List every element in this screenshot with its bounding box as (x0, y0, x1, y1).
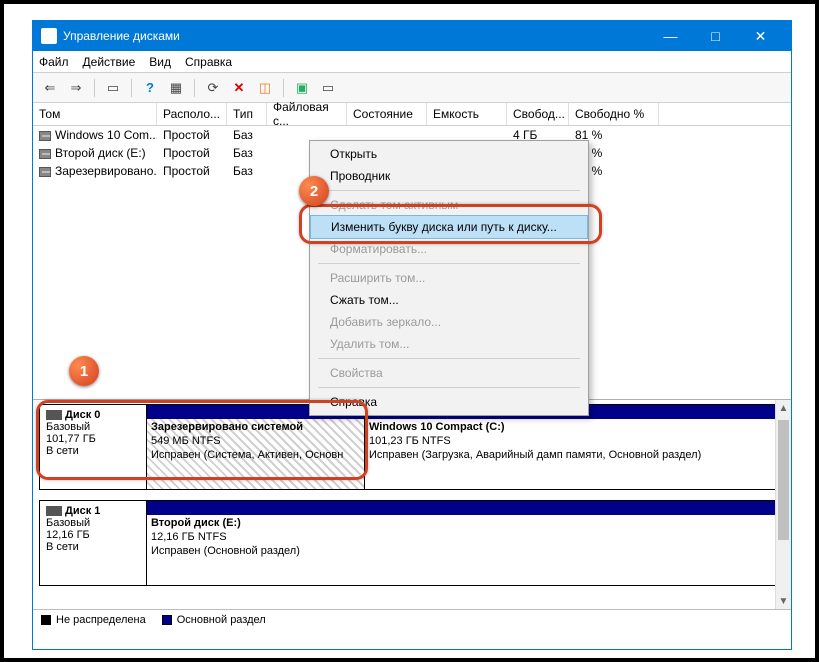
scroll-up-icon[interactable]: ▲ (776, 400, 791, 416)
partition[interactable]: Зарезервировано системой 549 МБ NTFS Исп… (147, 405, 365, 489)
scroll-down-icon[interactable]: ▼ (776, 593, 791, 609)
volume-type: Баз (227, 146, 267, 160)
disk-status: В сети (46, 541, 140, 553)
disk-status: В сети (46, 445, 140, 457)
disk-header[interactable]: Диск 0 Базовый 101,77 ГБ В сети (39, 404, 147, 490)
disk-type: Базовый (46, 421, 140, 433)
annotation-badge-2: 2 (299, 176, 329, 206)
volume-layout: Простой (157, 146, 227, 160)
col-status[interactable]: Состояние (347, 103, 427, 125)
refresh-button[interactable]: ⟳ (202, 77, 224, 99)
disk-layout-pane: Диск 0 Базовый 101,77 ГБ В сети Зарезерв… (33, 399, 791, 629)
app-icon (41, 28, 57, 44)
col-free[interactable]: Свобод... (507, 103, 569, 125)
ctx-extend: Расширить том... (310, 267, 588, 289)
partition-stripe (147, 501, 784, 515)
ctx-delete: Удалить том... (310, 333, 588, 355)
vertical-scrollbar[interactable]: ▲ ▼ (775, 400, 791, 609)
partition-title: Второй диск (E:) (151, 517, 780, 531)
ctx-help[interactable]: Справка (310, 391, 588, 413)
partition-state: Исправен (Загрузка, Аварийный дамп памят… (369, 449, 780, 463)
window-title: Управление дисками (63, 29, 648, 43)
ctx-open[interactable]: Открыть (310, 143, 588, 165)
disk-partitions: Второй диск (E:) 12,16 ГБ NTFS Исправен … (147, 500, 785, 586)
col-capacity[interactable]: Емкость (427, 103, 507, 125)
menu-action[interactable]: Действие (83, 55, 136, 69)
ctx-shrink[interactable]: Сжать том... (310, 289, 588, 311)
maximize-button[interactable]: □ (693, 21, 738, 51)
ctx-add-mirror: Добавить зеркало... (310, 311, 588, 333)
disk-size: 101,77 ГБ (46, 433, 140, 445)
col-freepct[interactable]: Свободно % (569, 103, 659, 125)
volume-layout: Простой (157, 128, 227, 142)
partition[interactable]: Windows 10 Compact (C:) 101,23 ГБ NTFS И… (365, 405, 784, 489)
disk-size: 12,16 ГБ (46, 529, 140, 541)
volume-name: Второй диск (E:) (55, 146, 146, 160)
show-hide-tree-button[interactable]: ▭ (102, 77, 124, 99)
view-button[interactable]: ▦ (165, 77, 187, 99)
volume-icon (39, 167, 51, 177)
volume-type: Баз (227, 164, 267, 178)
partition-sub: 101,23 ГБ NTFS (369, 435, 780, 449)
legend-primary: Основной раздел (177, 614, 266, 626)
ctx-mark-active: Сделать том активным (310, 194, 588, 216)
grid-header: Том Располо... Тип Файловая с... Состоян… (33, 103, 791, 126)
disk-name: Диск 0 (65, 409, 100, 421)
toolbar: ⇐ ⇒ ▭ ? ▦ ⟳ ✕ ◫ ▣ ▭ (33, 73, 791, 103)
partition-state: Исправен (Система, Активен, Основн (151, 449, 360, 463)
context-menu: Открыть Проводник Сделать том активным И… (309, 140, 589, 416)
volume-name: Зарезервировано... (55, 164, 157, 178)
disk-partitions: Зарезервировано системой 549 МБ NTFS Исп… (147, 404, 785, 490)
disk-icon (46, 410, 62, 420)
legend-swatch-unallocated (41, 615, 51, 625)
disk-icon (46, 506, 62, 516)
legend-unallocated: Не распределена (56, 614, 146, 626)
ctx-change-letter[interactable]: Изменить букву диска или путь к диску... (310, 215, 588, 239)
menu-help[interactable]: Справка (185, 55, 232, 69)
volume-type: Баз (227, 128, 267, 142)
disk-row: Диск 0 Базовый 101,77 ГБ В сети Зарезерв… (39, 404, 785, 490)
action-button[interactable]: ▣ (291, 77, 313, 99)
titlebar[interactable]: Управление дисками — □ ✕ (33, 21, 791, 51)
col-layout[interactable]: Располо... (157, 103, 227, 125)
forward-button[interactable]: ⇒ (65, 77, 87, 99)
menu-view[interactable]: Вид (149, 55, 171, 69)
annotation-badge-1: 1 (69, 356, 99, 386)
disk-row: Диск 1 Базовый 12,16 ГБ В сети Второй ди… (39, 500, 785, 586)
minimize-button[interactable]: — (648, 21, 693, 51)
col-filesystem[interactable]: Файловая с... (267, 103, 347, 125)
disk-name: Диск 1 (65, 505, 100, 517)
menubar: Файл Действие Вид Справка (33, 51, 791, 73)
volume-layout: Простой (157, 164, 227, 178)
disk-header[interactable]: Диск 1 Базовый 12,16 ГБ В сети (39, 500, 147, 586)
partition-title: Windows 10 Compact (C:) (369, 421, 780, 435)
back-button[interactable]: ⇐ (39, 77, 61, 99)
help-button[interactable]: ? (139, 77, 161, 99)
partition-sub: 12,16 ГБ NTFS (151, 531, 780, 545)
partition-title: Зарезервировано системой (151, 421, 360, 435)
disk-type: Базовый (46, 517, 140, 529)
volume-icon (39, 131, 51, 141)
legend: Не распределена Основной раздел (33, 609, 791, 629)
ctx-properties: Свойства (310, 362, 588, 384)
scroll-thumb[interactable] (778, 420, 789, 540)
close-button[interactable]: ✕ (738, 21, 783, 51)
ctx-format: Форматировать... (310, 238, 588, 260)
delete-button[interactable]: ✕ (228, 77, 250, 99)
partition-state: Исправен (Основной раздел) (151, 545, 780, 559)
partition[interactable]: Второй диск (E:) 12,16 ГБ NTFS Исправен … (147, 501, 784, 585)
legend-swatch-primary (162, 615, 172, 625)
ctx-explorer[interactable]: Проводник (310, 165, 588, 187)
volume-icon (39, 149, 51, 159)
col-volume[interactable]: Том (33, 103, 157, 125)
settings-button[interactable]: ◫ (254, 77, 276, 99)
partition-sub: 549 МБ NTFS (151, 435, 360, 449)
properties-button[interactable]: ▭ (317, 77, 339, 99)
menu-file[interactable]: Файл (39, 55, 69, 69)
col-type[interactable]: Тип (227, 103, 267, 125)
volume-name: Windows 10 Com... (55, 128, 157, 142)
